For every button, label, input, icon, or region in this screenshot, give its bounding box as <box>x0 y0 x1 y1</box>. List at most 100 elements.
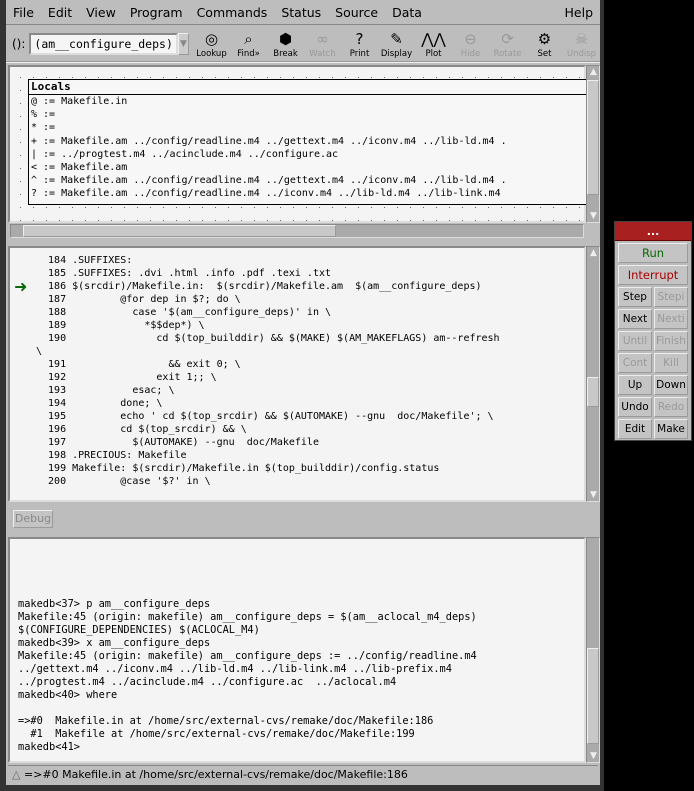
source-line: 200 @case '$?' in \ <box>36 476 211 487</box>
scroll-up-arrow-icon[interactable]: ▲ <box>587 66 600 78</box>
set-button[interactable]: ⚙ Set <box>526 30 563 59</box>
plot-icon: ⋀⋀ <box>421 29 446 48</box>
debug-button[interactable]: Debug <box>13 510 53 528</box>
data-horizontal-scrollbar[interactable] <box>10 224 584 238</box>
redo-button[interactable]: Redo <box>654 397 688 417</box>
finish-button[interactable]: Finish <box>654 331 688 351</box>
console-line: Makefile:45 (origin: makefile) am__confi… <box>18 611 477 623</box>
toolbar-button-label: Hide <box>460 48 481 59</box>
source-line: 189 *$$dep*) \ <box>36 320 205 331</box>
print-button[interactable]: ? Print <box>341 30 378 59</box>
data-display-area[interactable]: Locals @ := Makefile.in % := * := + := Make… <box>8 65 588 223</box>
locals-line: @ := Makefile.in <box>31 96 128 107</box>
hide-button[interactable]: ⊖ Hide <box>452 30 489 59</box>
question-mark-icon: ? <box>355 29 364 48</box>
source-line: 184 .SUFFIXES: <box>36 255 133 266</box>
up-button[interactable]: Up <box>618 375 652 395</box>
scroll-down-arrow-icon[interactable]: ▼ <box>587 210 600 222</box>
menu-program[interactable]: Program <box>123 5 190 20</box>
argument-input[interactable]: (am__configure_deps) <box>29 33 178 55</box>
edit-button[interactable]: Edit <box>618 419 652 439</box>
locals-display[interactable]: Locals @ := Makefile.in % := * := + := Make… <box>28 79 588 205</box>
scroll-up-arrow-icon[interactable]: ▲ <box>587 247 600 259</box>
console-line: #1 Makefile at /home/src/external-cvs/re… <box>18 728 415 740</box>
debugger-console[interactable]: makedb<37> p am__configure_deps Makefile:… <box>8 537 586 763</box>
watch-button[interactable]: ∞ Watch <box>304 30 341 59</box>
undisp-button[interactable]: ☠ Undisp <box>563 30 600 59</box>
source-code: 184 .SUFFIXES: 185 .SUFFIXES: .dvi .html… <box>36 254 500 488</box>
make-button[interactable]: Make <box>654 419 688 439</box>
flashlight-icon: ✎ <box>390 29 403 48</box>
gears-icon: ⚙ <box>537 29 552 48</box>
locals-line: % := <box>31 109 56 121</box>
skull-icon: ☠ <box>574 29 589 48</box>
ddd-main-window: File Edit View Program Commands Status Source D… <box>0 0 604 791</box>
next-button[interactable]: Next <box>618 309 652 329</box>
kill-button[interactable]: Kill <box>654 353 688 373</box>
plot-button[interactable]: ⋀⋀ Plot <box>415 30 452 59</box>
find-button[interactable]: ⌕ Find» <box>230 30 267 59</box>
source-line: 187 @for dep in $?; do \ <box>36 294 241 305</box>
source-vertical-scrollbar[interactable]: ▲ ▼ <box>586 246 600 502</box>
display-button[interactable]: ✎ Display <box>378 30 415 59</box>
panel-titlebar[interactable]: ... <box>615 222 691 241</box>
scrollbar-thumb[interactable] <box>587 377 599 407</box>
console-line: makedb<39> x am__configure_deps <box>18 637 211 649</box>
scroll-down-arrow-icon[interactable]: ▼ <box>587 489 600 501</box>
console-line: =>#0 Makefile.in at /home/src/external-c… <box>18 715 434 727</box>
console-line: ../gettext.m4 ../iconv.m4 ../lib-ld.m4 .… <box>18 663 452 675</box>
toolbar-button-label: Break <box>273 48 298 59</box>
scrollbar-thumb[interactable] <box>587 648 599 744</box>
source-line: 195 echo ' cd $(top_srcdir) && $(AUTOMAK… <box>36 411 494 422</box>
break-button[interactable]: ⬢ Break <box>267 30 304 59</box>
scrollbar-thumb[interactable] <box>587 80 599 195</box>
status-text: =>#0 Makefile.in at /home/src/external-c… <box>23 768 408 781</box>
console-line: $(CONFIGURE_DEPENDENCIES) $(ACLOCAL_M4) <box>18 624 260 636</box>
binoculars-icon: ⌕ <box>244 29 253 48</box>
rotate-icon: ⟳ <box>501 29 514 48</box>
source-window[interactable]: ➜ 184 .SUFFIXES: 185 .SUFFIXES: .dvi .ht… <box>8 246 586 502</box>
rotate-button[interactable]: ⟳ Rotate <box>489 30 526 59</box>
execution-arrow-icon: ➜ <box>14 277 28 296</box>
interrupt-button[interactable]: Interrupt <box>618 265 688 285</box>
source-line: 188 case '$(am__configure_deps)' in \ <box>36 307 332 318</box>
toolbar-button-label: Set <box>537 48 552 59</box>
source-line: 196 cd $(top_srcdir) && \ <box>36 424 247 435</box>
menu-edit[interactable]: Edit <box>41 5 79 20</box>
down-button[interactable]: Down <box>654 375 688 395</box>
menu-commands[interactable]: Commands <box>190 5 275 20</box>
locals-title: Locals <box>29 80 587 95</box>
menu-help[interactable]: Help <box>558 5 601 20</box>
scroll-down-arrow-icon[interactable]: ▼ <box>587 750 600 762</box>
status-bar: △ =>#0 Makefile.in at /home/src/external… <box>8 765 598 782</box>
toolbar-button-label: Find» <box>237 48 260 59</box>
menu-view[interactable]: View <box>79 5 123 20</box>
run-button[interactable]: Run <box>618 243 688 263</box>
lookup-button[interactable]: ◎ Lookup <box>193 30 230 59</box>
until-button[interactable]: Until <box>618 331 652 351</box>
step-button[interactable]: Step <box>618 287 652 307</box>
nexti-button[interactable]: Nexti <box>654 309 688 329</box>
menu-status[interactable]: Status <box>274 5 328 20</box>
console-output: makedb<37> p am__configure_deps Makefile:… <box>18 598 477 754</box>
locals-values: @ := Makefile.in % := * := + := Makefile.am… <box>29 95 587 201</box>
source-line: 190 cd $(top_builddir) && $(MAKE) $(AM_M… <box>36 333 500 344</box>
stepi-button[interactable]: Stepi <box>654 287 688 307</box>
toolbar-buttons: ◎ Lookup ⌕ Find» ⬢ Break ∞ Watch? Print ✎ Display ⋀… <box>193 30 600 59</box>
argument-dropdown-button[interactable]: ▼ <box>177 33 189 55</box>
menu-file[interactable]: File <box>6 5 41 20</box>
source-line: 198 .PRECIOUS: Makefile <box>36 450 187 461</box>
toolbar-button-label: Undisp <box>566 48 597 59</box>
toolbar-button-label: Watch <box>309 48 336 59</box>
menu-data[interactable]: Data <box>385 5 429 20</box>
scrollbar-thumb[interactable] <box>23 225 336 237</box>
console-vertical-scrollbar[interactable]: ▼ <box>586 537 600 763</box>
argument-value: (am__configure_deps) <box>34 37 173 51</box>
cont-button[interactable]: Cont <box>618 353 652 373</box>
status-triangle-icon[interactable]: △ <box>12 768 24 781</box>
menu-source[interactable]: Source <box>328 5 385 20</box>
console-line: makedb<41> <box>18 741 80 753</box>
stop-sign-icon: ⬢ <box>278 29 293 48</box>
undo-button[interactable]: Undo <box>618 397 652 417</box>
data-vertical-scrollbar[interactable]: ▲ ▼ <box>586 65 600 223</box>
